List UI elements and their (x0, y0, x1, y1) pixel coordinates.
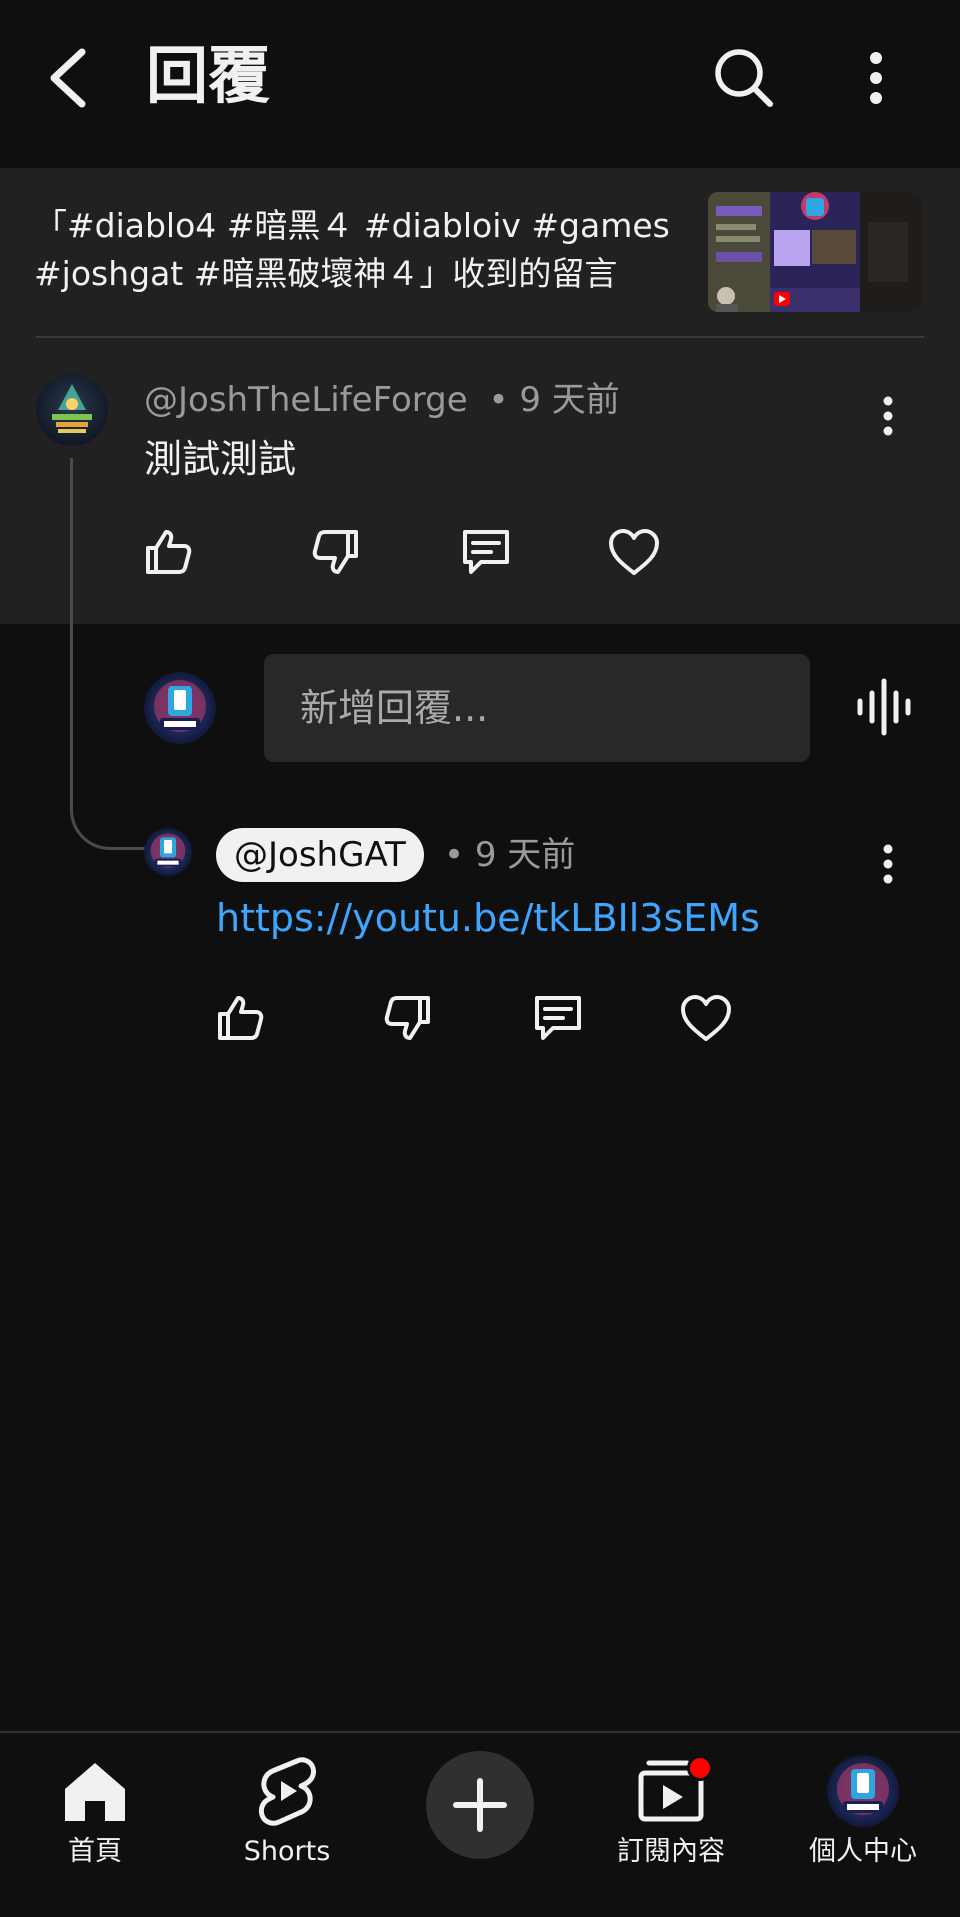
thumbs-up-icon (218, 996, 264, 1040)
top-app-bar: 回覆 (0, 0, 960, 168)
heart-icon (609, 529, 659, 575)
reply-button[interactable] (456, 522, 516, 582)
thumbs-down-icon (312, 530, 358, 574)
josh-avatar-image (144, 828, 192, 876)
more-options-button[interactable] (856, 44, 896, 112)
shorts-icon (258, 1757, 316, 1826)
nav-you[interactable]: 個人中心 (778, 1753, 948, 1883)
comment-icon (463, 530, 509, 574)
reply-input[interactable] (264, 654, 810, 762)
more-vertical-icon (883, 844, 893, 884)
nav-shorts-label: Shorts (243, 1836, 331, 1867)
create-button[interactable] (426, 1751, 534, 1859)
reply-time: • 9 天前 (444, 835, 576, 875)
voice-input-button[interactable] (852, 672, 916, 742)
reply-author-handle[interactable]: @JoshGAT (216, 828, 424, 882)
reply-thread-line (70, 458, 148, 850)
video-thumbnail-image (708, 192, 922, 312)
current-user-avatar (144, 672, 216, 744)
video-thumbnail[interactable] (708, 192, 922, 312)
nav-subscriptions-label: 訂閱內容 (617, 1836, 725, 1867)
comment-text: 測試測試 (144, 437, 297, 481)
comment-time: • 9 天前 (488, 380, 620, 420)
notification-badge (687, 1755, 713, 1781)
comment-icon (535, 996, 581, 1040)
comment-more-button[interactable] (868, 386, 908, 446)
reply-heart-button[interactable] (676, 988, 736, 1048)
more-vertical-icon (870, 52, 882, 104)
reply-author-avatar[interactable] (144, 828, 192, 876)
home-icon (65, 1763, 125, 1821)
nav-shorts[interactable]: Shorts (202, 1753, 372, 1883)
bottom-navigation: 首頁 Shorts 訂閱內容 個人中心 (0, 1731, 960, 1917)
heart-button[interactable] (604, 522, 664, 582)
nav-you-label: 個人中心 (809, 1836, 917, 1867)
dislike-button[interactable] (306, 522, 366, 582)
reply-link[interactable]: https://youtu.be/tkLBIl3sEMs (216, 892, 760, 944)
comment-author[interactable]: @JoshTheLifeForge (144, 380, 468, 420)
thumbs-up-icon (146, 530, 192, 574)
video-caption: 「#diablo4 #暗黑４ #diabloiv #games #joshgat… (34, 202, 674, 298)
josh-avatar-image (144, 672, 216, 744)
avatar (827, 1755, 899, 1827)
nav-home[interactable]: 首頁 (10, 1753, 180, 1883)
reply-like-button[interactable] (210, 988, 270, 1048)
plus-icon (453, 1778, 507, 1832)
voice-wave-icon (857, 678, 911, 736)
reply-more-button[interactable] (868, 834, 908, 894)
video-context-banner[interactable]: 「#diablo4 #暗黑４ #diabloiv #games #joshgat… (0, 168, 960, 338)
nav-subscriptions[interactable]: 訂閱內容 (586, 1753, 756, 1883)
video-caption-line-1: 「#diablo4 #暗黑４ #diabloiv #games (34, 206, 670, 245)
video-caption-line-2: #joshgat #暗黑破壞神４」收到的留言 (34, 254, 618, 293)
chevron-left-icon (50, 48, 86, 108)
more-vertical-icon (883, 396, 893, 436)
comment-meta: @JoshTheLifeForge • 9 天前 (144, 378, 620, 422)
lifeforge-avatar-image (36, 374, 108, 446)
search-icon (715, 49, 773, 107)
page-title: 回覆 (146, 39, 271, 112)
heart-icon (681, 995, 731, 1041)
commenter-avatar[interactable] (36, 374, 108, 446)
nav-home-label: 首頁 (68, 1836, 122, 1867)
search-button[interactable] (712, 44, 776, 112)
reply-dislike-button[interactable] (378, 988, 438, 1048)
thumbs-down-icon (384, 996, 430, 1040)
back-button[interactable] (40, 44, 96, 112)
reply-reply-button[interactable] (528, 988, 588, 1048)
